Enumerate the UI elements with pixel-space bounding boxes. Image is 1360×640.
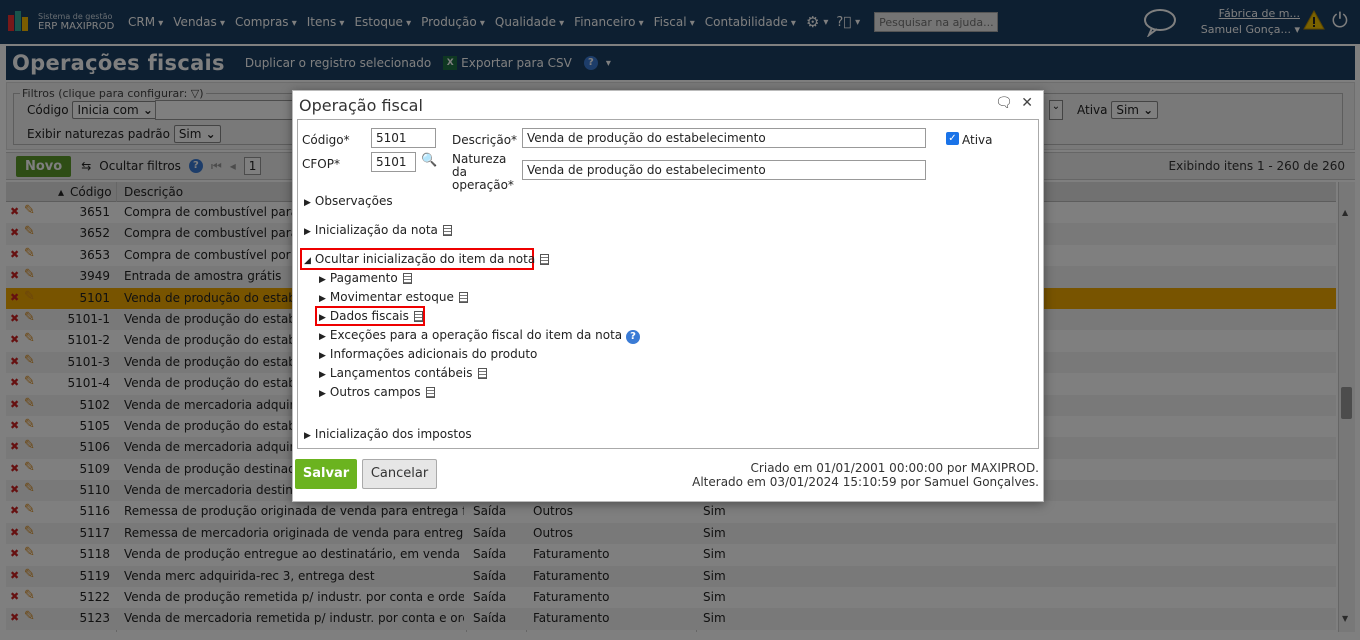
- section-outros-campos[interactable]: ▶ Outros campos: [319, 385, 435, 399]
- descricao-label: Descrição*: [452, 133, 518, 147]
- section-info-adicionais[interactable]: ▶ Informações adicionais do produto: [319, 347, 537, 361]
- section-pagamento[interactable]: ▶ Pagamento: [319, 271, 412, 285]
- close-icon[interactable]: ✕: [1021, 95, 1033, 111]
- cfop-label: CFOP*: [302, 157, 340, 171]
- save-button[interactable]: Salvar: [295, 459, 357, 489]
- section-observacoes[interactable]: ▶ Observações: [304, 194, 393, 208]
- document-icon[interactable]: [477, 368, 487, 379]
- codigo-input[interactable]: 5101: [371, 128, 436, 148]
- cfop-input[interactable]: 5101: [371, 152, 416, 172]
- section-dados-fiscais[interactable]: ▶ Dados fiscais: [319, 309, 423, 323]
- expand-icon: ▶: [319, 294, 326, 304]
- document-icon[interactable]: [458, 292, 468, 303]
- ativa-label: Ativa: [962, 133, 993, 147]
- audit-info: Criado em 01/01/2001 00:00:00 por MAXIPR…: [692, 461, 1039, 489]
- expand-icon: ▶: [319, 351, 326, 361]
- search-icon[interactable]: 🔍: [421, 153, 437, 168]
- document-icon[interactable]: [413, 311, 423, 322]
- dialog-body: Código* 5101 CFOP* 5101 🔍 Descrição* Ven…: [297, 119, 1039, 449]
- section-inicializacao-nota[interactable]: ▶ Inicialização da nota: [304, 223, 452, 237]
- expand-icon: ▶: [319, 370, 326, 380]
- expand-icon: ▶: [304, 227, 311, 237]
- document-icon[interactable]: [442, 225, 452, 236]
- natureza-label: Natureza da operação*: [452, 152, 514, 192]
- expand-icon: ▶: [304, 431, 311, 441]
- created-info: Criado em 01/01/2001 00:00:00 por MAXIPR…: [750, 461, 1039, 475]
- document-icon[interactable]: [425, 387, 435, 398]
- document-icon[interactable]: [540, 254, 550, 265]
- expand-icon: ▶: [304, 198, 311, 208]
- expand-icon: ▶: [319, 389, 326, 399]
- altered-info: Alterado em 03/01/2024 15:10:59 por Samu…: [692, 475, 1039, 489]
- expand-icon: ▶: [319, 313, 326, 323]
- comment-icon[interactable]: 🗨: [995, 95, 1013, 111]
- section-inicializacao-impostos[interactable]: ▶ Inicialização dos impostos: [304, 427, 472, 441]
- cancel-button[interactable]: Cancelar: [362, 459, 437, 489]
- section-lancamentos[interactable]: ▶ Lançamentos contábeis: [319, 366, 487, 380]
- collapse-icon: ◢: [304, 256, 311, 266]
- natureza-input[interactable]: Venda de produção do estabelecimento: [522, 160, 926, 180]
- ativa-checkbox[interactable]: ✓: [946, 132, 959, 145]
- section-ocultar-item[interactable]: ◢ Ocultar inicialização do item da nota: [304, 252, 550, 266]
- codigo-label: Código*: [302, 133, 350, 147]
- document-icon[interactable]: [402, 273, 412, 284]
- descricao-input[interactable]: Venda de produção do estabelecimento: [522, 128, 926, 148]
- expand-icon: ▶: [319, 275, 326, 285]
- fiscal-operation-dialog: Operação fiscal 🗨 ✕ Código* 5101 CFOP* 5…: [292, 90, 1044, 502]
- help-icon[interactable]: ?: [625, 330, 640, 344]
- dialog-title: Operação fiscal: [299, 96, 423, 115]
- section-excecoes[interactable]: ▶ Exceções para a operação fiscal do item…: [319, 328, 640, 344]
- section-movimentar-estoque[interactable]: ▶ Movimentar estoque: [319, 290, 468, 304]
- expand-icon: ▶: [319, 332, 326, 342]
